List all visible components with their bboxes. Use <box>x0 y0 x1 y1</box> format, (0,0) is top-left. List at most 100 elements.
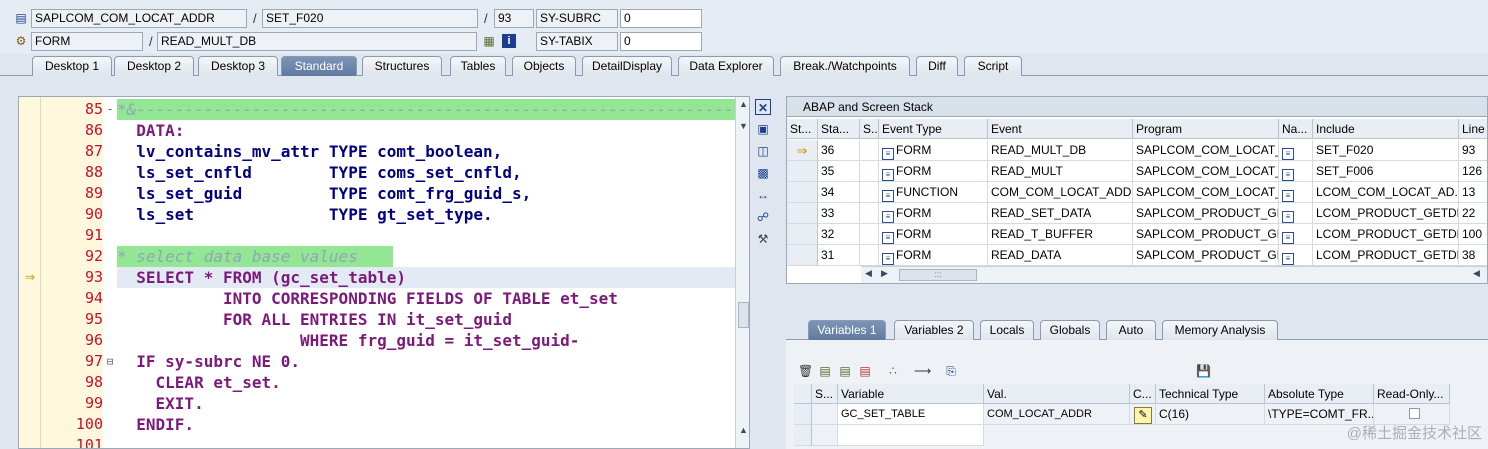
include-field[interactable]: SET_F020 <box>262 9 478 28</box>
stack-level[interactable]: 32 <box>818 224 860 245</box>
navigate-icon[interactable]: ≡ <box>1282 253 1294 265</box>
tab-tables[interactable]: Tables <box>450 56 506 76</box>
column-header[interactable]: Event <box>988 119 1133 139</box>
code-line[interactable]: ENDIF. <box>117 414 735 435</box>
tab-breakpoints[interactable]: Break./Watchpoints <box>780 56 910 76</box>
stack-line[interactable]: 126 <box>1459 161 1487 182</box>
code-line[interactable]: *&--------------------------------------… <box>117 99 735 120</box>
stack-line[interactable]: 93 <box>1459 140 1487 161</box>
tab-globals[interactable]: Globals <box>1040 320 1100 340</box>
code-line[interactable]: DATA: <box>117 120 735 141</box>
column-header[interactable]: Event Type <box>879 119 988 139</box>
sysvar-value-field[interactable]: 0 <box>620 32 702 51</box>
navigate-icon[interactable]: ≡ <box>1282 190 1294 202</box>
tab-structures[interactable]: Structures <box>362 56 442 76</box>
transfer-icon[interactable]: ⟶ <box>914 364 931 378</box>
code-line-current[interactable]: SELECT * FROM (gc_set_table) <box>117 267 735 288</box>
code-line[interactable]: ls_set_guid TYPE comt_frg_guid_s, <box>117 183 735 204</box>
column-header[interactable]: Variable <box>838 384 984 404</box>
scroll-thumb[interactable] <box>738 302 749 328</box>
column-header[interactable]: Technical Type <box>1156 384 1265 404</box>
stack-line[interactable]: 100 <box>1459 224 1487 245</box>
stack-line[interactable]: 13 <box>1459 182 1487 203</box>
tab-memory-analysis[interactable]: Memory Analysis <box>1162 320 1278 340</box>
stack-program[interactable]: SAPLCOM_COM_LOCAT_... <box>1133 140 1279 161</box>
sysvar-name-field[interactable]: SY-SUBRC <box>536 9 618 28</box>
source-code-editor[interactable]: 85 - *&---------------------------------… <box>18 96 750 449</box>
find-icon[interactable]: ☍ <box>755 209 771 225</box>
column-header[interactable]: St... <box>787 119 818 139</box>
event-type-field[interactable]: FORM <box>31 32 143 51</box>
copy-icon[interactable]: ⎘ <box>944 364 958 378</box>
stack-event[interactable]: READ_SET_DATA <box>988 203 1133 224</box>
tab-data-explorer[interactable]: Data Explorer <box>678 56 774 76</box>
editor-vertical-scrollbar[interactable]: ▲ ▼ ▲ <box>735 97 749 448</box>
stack-program[interactable]: SAPLCOM_PRODUCT_GE... <box>1133 245 1279 266</box>
stack-event[interactable]: READ_T_BUFFER <box>988 224 1133 245</box>
read-only-checkbox[interactable] <box>1409 408 1420 419</box>
sysvar-name-field[interactable]: SY-TABIX <box>536 32 618 51</box>
stack-include[interactable]: SET_F006 <box>1313 161 1459 182</box>
navigate-icon[interactable]: ≡ <box>1282 211 1294 223</box>
tab-variables-1[interactable]: Variables 1 <box>808 320 886 340</box>
close-icon[interactable]: ✕ <box>755 99 771 115</box>
stack-event[interactable]: READ_MULT_DB <box>988 140 1133 161</box>
code-line[interactable]: ls_set TYPE gt_set_type. <box>117 204 735 225</box>
resize-icon[interactable]: ↔ <box>755 187 771 203</box>
tab-diff[interactable]: Diff <box>916 56 958 76</box>
delete-icon[interactable]: 🗑 <box>798 364 813 378</box>
tab-detaildisplay[interactable]: DetailDisplay <box>582 56 672 76</box>
column-header[interactable]: Include <box>1313 119 1459 139</box>
scroll-left-icon[interactable]: ◀ <box>865 268 872 279</box>
tab-locals[interactable]: Locals <box>980 320 1034 340</box>
edit-pencil-icon[interactable]: ✎ <box>1134 407 1152 424</box>
code-line[interactable]: lv_contains_mv_attr TYPE comt_boolean, <box>117 141 735 162</box>
event-field[interactable]: READ_MULT_DB <box>157 32 477 51</box>
navigate-icon[interactable]: ≡ <box>1282 232 1294 244</box>
tab-desktop-1[interactable]: Desktop 1 <box>32 56 112 76</box>
tab-desktop-3[interactable]: Desktop 3 <box>198 56 278 76</box>
code-line[interactable]: IF sy-subrc NE 0. <box>117 351 735 372</box>
scroll-left-icon[interactable]: ◀ <box>1473 268 1480 279</box>
scroll-up-icon[interactable]: ▲ <box>736 99 749 109</box>
column-header[interactable]: Read-Only... <box>1374 384 1450 404</box>
maximize-icon[interactable]: ▩ <box>755 165 771 181</box>
info-icon[interactable]: i <box>502 34 516 48</box>
source-code-icon[interactable]: ▦ <box>482 34 496 48</box>
stack-line[interactable]: 38 <box>1459 245 1487 266</box>
code-line[interactable]: CLEAR et_set. <box>117 372 735 393</box>
stack-include[interactable]: LCOM_PRODUCT_GETDE... <box>1313 203 1459 224</box>
stack-level[interactable]: 34 <box>818 182 860 203</box>
code-line[interactable]: WHERE frg_guid = it_set_guid- <box>117 330 735 351</box>
stack-level[interactable]: 36 <box>818 140 860 161</box>
code-line[interactable]: INTO CORRESPONDING FIELDS OF TABLE et_se… <box>117 288 735 309</box>
column-header[interactable]: S... <box>812 384 838 404</box>
scroll-right-icon[interactable]: ▶ <box>881 268 888 279</box>
stack-horizontal-scrollbar[interactable]: ◀ ▶ ::: ◀ <box>861 266 1487 283</box>
tab-auto[interactable]: Auto <box>1106 320 1156 340</box>
tab-script[interactable]: Script <box>964 56 1022 76</box>
sysvar-value-field[interactable]: 0 <box>620 9 702 28</box>
scroll-up-icon[interactable]: ▼ <box>736 121 749 131</box>
stack-program[interactable]: SAPLCOM_COM_LOCAT_... <box>1133 161 1279 182</box>
tab-desktop-2[interactable]: Desktop 2 <box>114 56 194 76</box>
stack-level[interactable]: 31 <box>818 245 860 266</box>
column-header[interactable]: S... <box>860 119 879 139</box>
column-header[interactable]: Program <box>1133 119 1279 139</box>
stack-event[interactable]: COM_COM_LOCAT_ADD... <box>988 182 1133 203</box>
column-header[interactable]: Line <box>1459 119 1487 139</box>
new-window-icon[interactable]: ▣ <box>755 121 771 137</box>
tab-standard[interactable]: Standard <box>281 56 357 76</box>
append-row-icon[interactable]: ▤ <box>838 364 852 378</box>
column-header[interactable]: Val. <box>984 384 1130 404</box>
column-header[interactable]: Sta... <box>818 119 860 139</box>
stack-level[interactable]: 35 <box>818 161 860 182</box>
navigate-icon[interactable]: ≡ <box>1282 169 1294 181</box>
stack-program[interactable]: SAPLCOM_PRODUCT_GE... <box>1133 224 1279 245</box>
stack-level[interactable]: 33 <box>818 203 860 224</box>
tab-objects[interactable]: Objects <box>512 56 576 76</box>
save-icon[interactable]: 💾 <box>1196 364 1211 378</box>
variable-name-input[interactable]: GC_SET_TABLE <box>838 404 984 425</box>
stack-line[interactable]: 22 <box>1459 203 1487 224</box>
code-line[interactable]: * select data base values <box>117 246 393 267</box>
